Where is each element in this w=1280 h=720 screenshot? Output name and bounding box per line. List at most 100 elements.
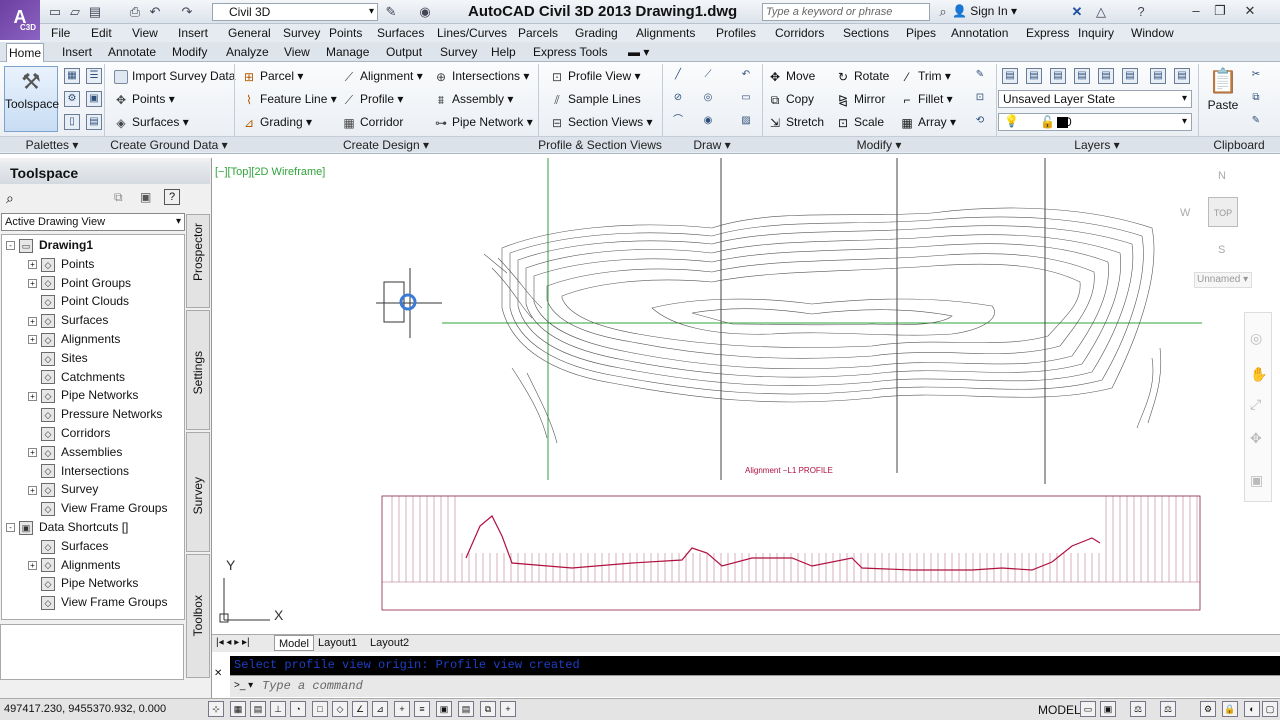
tab-insert[interactable]: Insert (60, 43, 94, 62)
save-icon[interactable]: ▤ (86, 3, 104, 21)
explode-icon[interactable]: ⊡ (972, 91, 988, 107)
menu-window[interactable]: Window (1131, 24, 1174, 42)
close-icon[interactable]: ✕ (1240, 2, 1260, 20)
copy-clip-icon[interactable]: ⧉ (1248, 91, 1264, 107)
corridor-button[interactable]: ▦ Corridor (342, 112, 403, 132)
match-properties-icon[interactable]: ✎ (382, 3, 400, 21)
tab-modify[interactable]: Modify (170, 43, 209, 62)
polar-icon[interactable]: ◔ (290, 701, 306, 717)
pipe-network-button[interactable]: ⊶ Pipe Network ▾ (434, 112, 533, 132)
toggle-list-icon[interactable]: ▣ (140, 190, 151, 204)
new-icon[interactable]: ▭ (46, 3, 64, 21)
help-search-input[interactable]: Type a keyword or phrase (762, 3, 930, 21)
tab-survey[interactable]: Survey (438, 43, 479, 62)
tab-view[interactable]: View (282, 43, 312, 62)
tool-palettes-icon[interactable]: ⚙ (64, 91, 80, 107)
menu-file[interactable]: File (51, 24, 70, 42)
menu-express[interactable]: Express (1026, 24, 1069, 42)
menu-alignments[interactable]: Alignments (636, 24, 695, 42)
assembly-button[interactable]: ⩩ Assembly ▾ (434, 89, 514, 109)
zoom-extents-icon[interactable]: ⤢ (1250, 396, 1261, 413)
tab-model[interactable]: Model (274, 635, 314, 651)
panel-label-layers[interactable]: Layers ▾ (996, 136, 1198, 152)
grid-display-icon[interactable]: ▤ (250, 701, 266, 717)
scale-button[interactable]: ⊡ Scale (836, 112, 884, 132)
tree-item[interactable]: ◇ Corridors (6, 424, 186, 443)
profile-view-button[interactable]: ⊡ Profile View ▾ (550, 66, 641, 86)
section-views-button[interactable]: ⊟ Section Views ▾ (550, 112, 653, 132)
tree-item[interactable]: + ◇ Survey (6, 480, 186, 499)
layer-properties-icon[interactable]: ▤ (1002, 68, 1018, 84)
points-button[interactable]: ✥ Points ▾ (114, 89, 175, 109)
infer-constraints-icon[interactable]: ⊹ (208, 701, 224, 717)
menu-inquiry[interactable]: Inquiry (1078, 24, 1114, 42)
expand-icon[interactable]: + (28, 335, 37, 345)
ucs-menu[interactable]: Unnamed ▾ (1194, 272, 1252, 288)
grading-button[interactable]: ⊿ Grading ▾ (242, 112, 312, 132)
circle-icon[interactable]: ⊘ (670, 91, 686, 107)
menu-insert[interactable]: Insert (178, 24, 208, 42)
annotation-scale-icon[interactable]: ⚖ (1130, 701, 1146, 717)
menu-pipes[interactable]: Pipes (906, 24, 936, 42)
showmotion-icon[interactable]: ▣ (1250, 472, 1263, 489)
workspace-switching-icon[interactable]: ⚙ (1200, 701, 1216, 717)
tree-item[interactable]: ◇ View Frame Groups (6, 593, 186, 612)
quick-view-layouts-icon[interactable]: ▭ (1080, 701, 1096, 717)
move-button[interactable]: ✥ Move (768, 66, 815, 86)
expand-icon[interactable]: + (28, 260, 37, 270)
panel-label-modify[interactable]: Modify ▾ (762, 136, 996, 152)
toolspace-button[interactable]: ⚒ Toolspace (4, 66, 59, 132)
3d-osnap-icon[interactable]: ◇ (332, 701, 348, 717)
menu-sections[interactable]: Sections (843, 24, 889, 42)
tab-analyze[interactable]: Analyze (224, 43, 271, 62)
cut-icon[interactable]: ✂ (1248, 68, 1264, 84)
model-space-toggle[interactable]: MODEL (1038, 703, 1081, 717)
application-menu-button[interactable]: A C3D (0, 0, 40, 40)
ortho-icon[interactable]: ⊥ (270, 701, 286, 717)
ellipse-icon[interactable]: ◉ (700, 114, 716, 130)
panel-label-profile-section[interactable]: Profile & Section Views (538, 136, 662, 152)
tree-item[interactable]: ◇ Pressure Networks (6, 405, 186, 424)
mirror-button[interactable]: ⧎ Mirror (836, 89, 885, 109)
menu-profiles[interactable]: Profiles (716, 24, 756, 42)
viewcube-north[interactable]: N (1218, 170, 1226, 182)
panel-label-create-design[interactable]: Create Design ▾ (234, 136, 538, 152)
tree-item[interactable]: ◇ Point Clouds (6, 292, 186, 311)
menu-general[interactable]: General (228, 24, 271, 42)
sign-in-link[interactable]: 👤 Sign In ▾ (952, 4, 1017, 18)
layer-match-icon[interactable]: ▤ (1122, 68, 1138, 84)
tree-item[interactable]: ◇ View Frame Groups (6, 499, 186, 518)
tab-settings[interactable]: Settings (186, 310, 210, 430)
tree-item[interactable]: ◇ Intersections (6, 462, 186, 481)
snap-mode-icon[interactable]: ▦ (230, 701, 246, 717)
tab-prospector[interactable]: Prospector (186, 214, 210, 308)
layer-off-icon[interactable]: ▤ (1026, 68, 1042, 84)
quick-properties-icon[interactable]: ▤ (458, 701, 474, 717)
viewport-controls[interactable]: [−][Top][2D Wireframe] (215, 166, 325, 178)
trim-button[interactable]: ⁄ Trim ▾ (900, 66, 951, 86)
drawing-canvas[interactable]: Alignment −L1 PROFILE Y X (212, 158, 1280, 634)
ducs-icon[interactable]: ⊿ (372, 701, 388, 717)
tab-layout2[interactable]: Layout2 (370, 635, 409, 651)
tab-toolbox[interactable]: Toolbox (186, 554, 210, 678)
surfaces-button[interactable]: ◈ Surfaces ▾ (114, 112, 188, 132)
osnap-icon[interactable]: □ (312, 701, 328, 717)
tab-express-tools[interactable]: Express Tools (531, 43, 609, 62)
layer-previous-icon[interactable]: ▤ (1150, 68, 1166, 84)
expand-icon[interactable]: + (28, 448, 37, 458)
close-command-icon[interactable]: ✕ (214, 668, 226, 680)
undo-draw-icon[interactable]: ↶ (738, 68, 754, 84)
search-icon[interactable]: ⌕ (6, 190, 14, 207)
tree-item[interactable]: - ▭ Drawing1 (6, 236, 186, 255)
layer-walk-icon[interactable]: ▤ (1174, 68, 1190, 84)
circle-center-icon[interactable]: ◎ (700, 91, 716, 107)
transparency-icon[interactable]: ▣ (436, 701, 452, 717)
steering-wheel-icon[interactable]: ◎ (1250, 330, 1262, 347)
menu-surfaces[interactable]: Surfaces (377, 24, 424, 42)
coordinate-display[interactable]: 497417.230, 9455370.932, 0.000 (4, 703, 166, 715)
orbit-icon[interactable]: ✥ (1250, 430, 1262, 447)
expand-icon[interactable]: + (28, 316, 37, 326)
expand-icon[interactable]: + (28, 391, 37, 401)
tree-item[interactable]: + ◇ Surfaces (6, 311, 186, 330)
toolspace-view-select[interactable]: Active Drawing View (1, 213, 185, 231)
